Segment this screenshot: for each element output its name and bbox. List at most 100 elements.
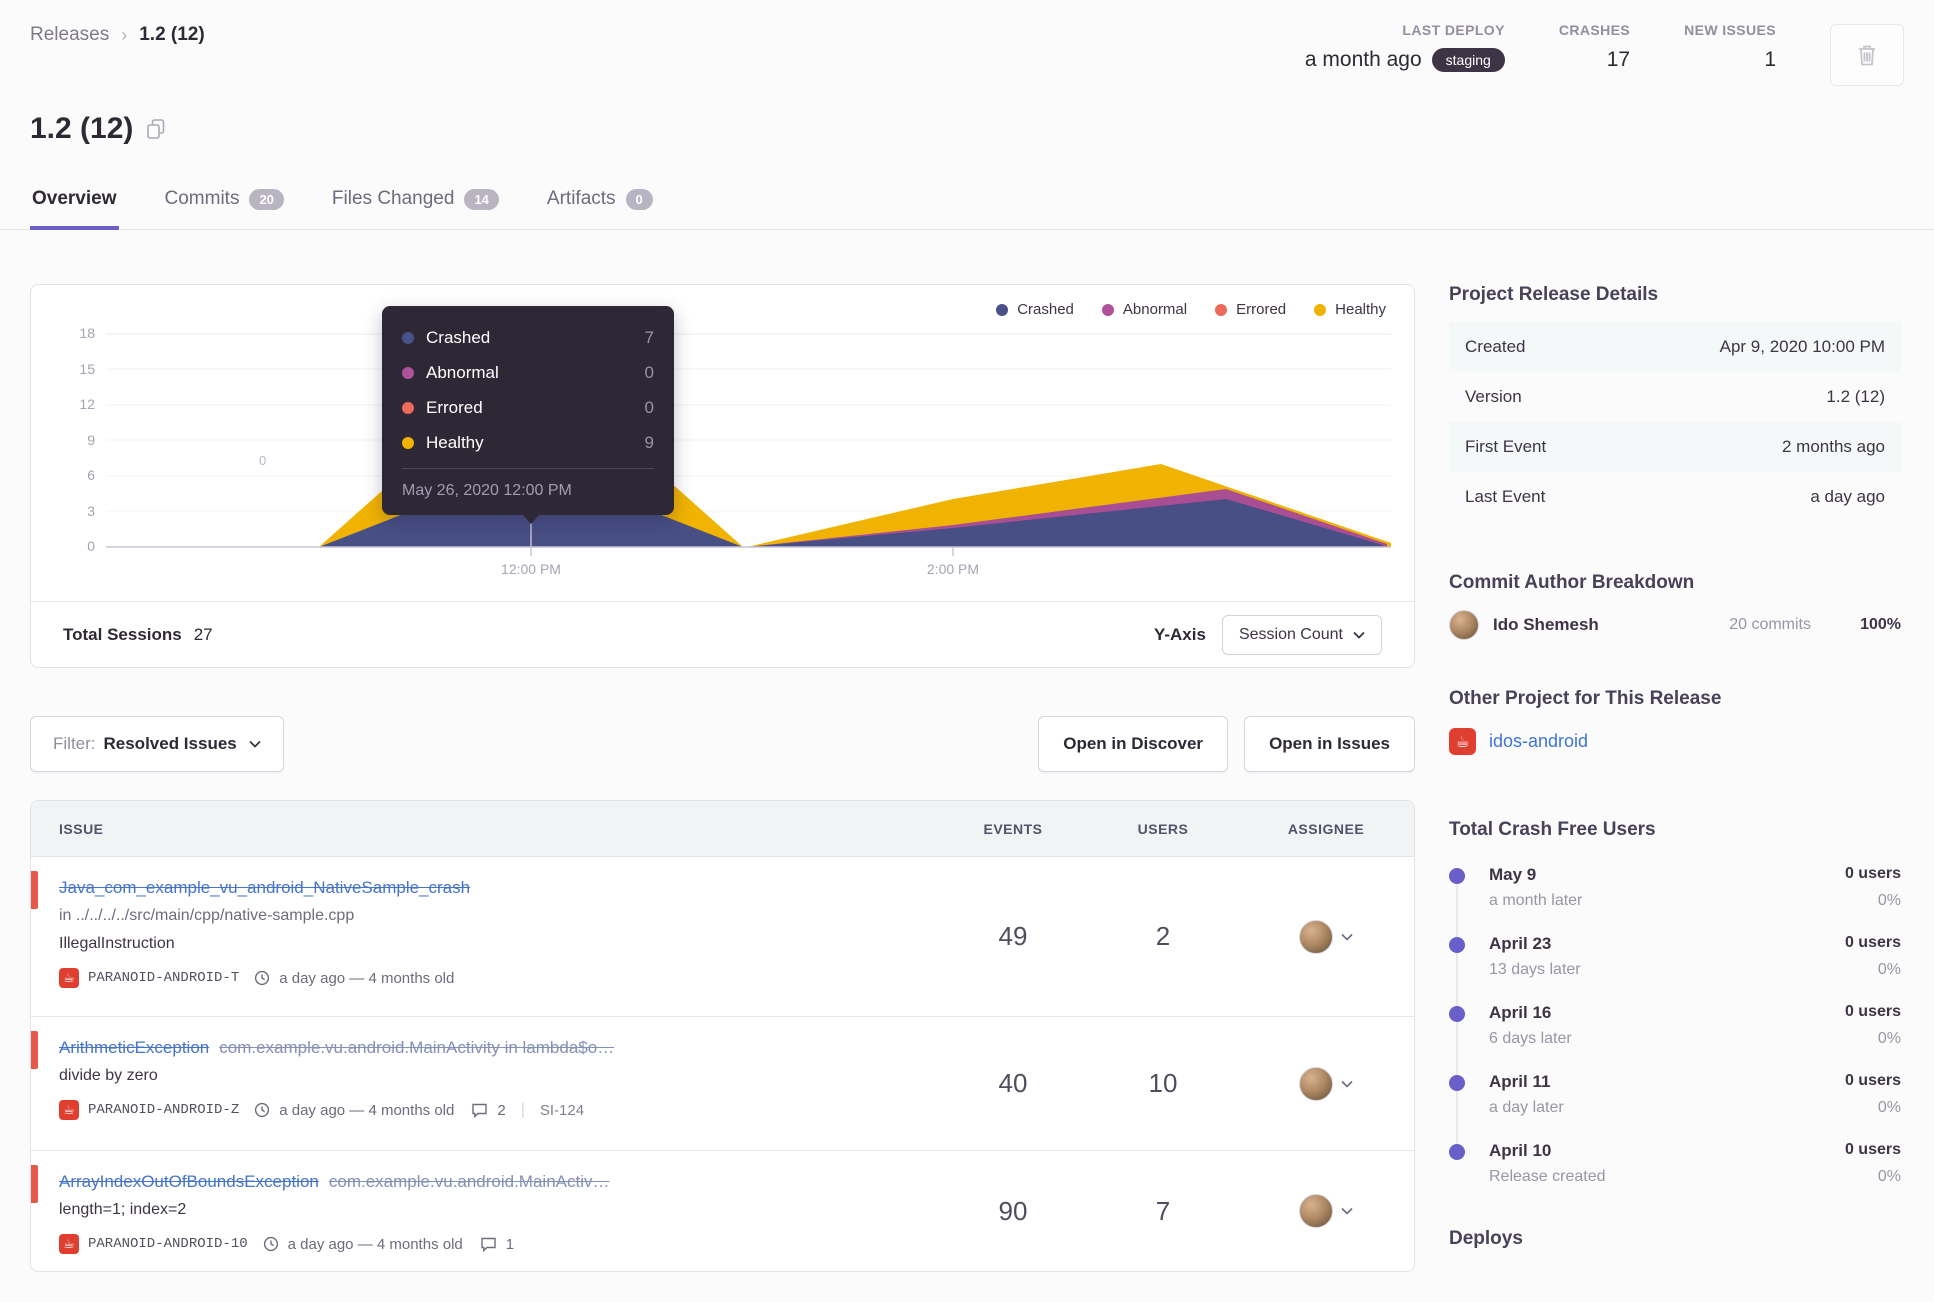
table-row: Java_com_example_vu_android_NativeSample… bbox=[31, 857, 1414, 1017]
tab-files-changed-label: Files Changed bbox=[331, 188, 455, 209]
detail-label: First Event bbox=[1465, 437, 1547, 456]
tab-files-changed[interactable]: Files Changed 14 bbox=[330, 176, 501, 230]
xtick-12pm: 12:00 PM bbox=[501, 561, 561, 577]
column-issue: ISSUE bbox=[59, 820, 104, 837]
project-avatar-icon: ☕ bbox=[59, 1234, 79, 1254]
crashed-dot-icon bbox=[996, 303, 1009, 316]
author-name: Ido Shemesh bbox=[1493, 615, 1599, 634]
tooltip-pointer bbox=[522, 514, 540, 524]
tooltip-crashed-value: 7 bbox=[644, 327, 654, 347]
tooltip-healthy-label: Healthy bbox=[426, 432, 484, 452]
project-avatar-icon: ☕ bbox=[1449, 728, 1476, 755]
legend-item-healthy[interactable]: Healthy bbox=[1314, 301, 1386, 318]
commit-authors-section-title: Commit Author Breakdown bbox=[1449, 572, 1695, 593]
tooltip-abnormal-value: 0 bbox=[644, 362, 654, 382]
delete-release-button[interactable] bbox=[1830, 24, 1904, 86]
breadcrumb-releases-link[interactable]: Releases bbox=[30, 24, 109, 46]
issue-culprit: divide by zero bbox=[59, 1067, 158, 1084]
last-deploy-label: LAST DEPLOY bbox=[1402, 22, 1505, 38]
tooltip-abnormal-dot-icon bbox=[402, 366, 414, 379]
tooltip-crashed-dot-icon bbox=[402, 331, 414, 344]
stacked-area-chart[interactable] bbox=[31, 285, 1416, 604]
legend-errored-label: Errored bbox=[1236, 301, 1287, 318]
author-percent: 100% bbox=[1860, 616, 1901, 633]
detail-label: Version bbox=[1465, 387, 1522, 406]
issue-title-link[interactable]: ArrayIndexOutOfBoundsException bbox=[59, 1172, 319, 1191]
open-in-issues-button[interactable]: Open in Issues bbox=[1244, 716, 1415, 772]
filter-value: Resolved Issues bbox=[103, 734, 237, 753]
timeline-sub: a month later bbox=[1489, 892, 1583, 909]
assignee-chevron-down-icon[interactable] bbox=[1341, 933, 1353, 941]
timeline-date: April 11 bbox=[1489, 1072, 1551, 1091]
issue-age: a day ago — 4 months old bbox=[287, 1235, 463, 1253]
clock-icon bbox=[255, 970, 270, 986]
open-in-discover-button[interactable]: Open in Discover bbox=[1038, 716, 1229, 772]
sessions-chart-card: Crashed Abnormal Errored Healthy 18 15 1… bbox=[30, 284, 1415, 668]
tab-artifacts[interactable]: Artifacts 0 bbox=[545, 176, 655, 230]
detail-value: a day ago bbox=[1810, 487, 1885, 506]
assignee-avatar[interactable] bbox=[1299, 1066, 1333, 1101]
timeline-percent: 0% bbox=[1877, 1030, 1901, 1047]
tab-commits[interactable]: Commits 20 bbox=[163, 176, 286, 230]
detail-label: Last Event bbox=[1465, 487, 1546, 506]
comments-icon bbox=[481, 1237, 496, 1252]
author-avatar bbox=[1449, 610, 1479, 640]
detail-value: 2 months ago bbox=[1781, 437, 1885, 456]
commit-author-row: Ido Shemesh 20 commits 100% bbox=[1449, 610, 1901, 640]
chart-point-label: 0 bbox=[259, 453, 267, 468]
header-stats: LAST DEPLOY a month ago staging CRASHES … bbox=[1305, 22, 1904, 86]
tab-artifacts-label: Artifacts bbox=[546, 188, 616, 209]
yaxis-select[interactable]: Session Count bbox=[1221, 614, 1382, 655]
issue-culprit-link[interactable]: com.example.vu.android.MainActiv… bbox=[329, 1172, 610, 1191]
column-events: EVENTS bbox=[983, 820, 1043, 837]
chart-legend: Crashed Abnormal Errored Healthy bbox=[996, 301, 1386, 318]
deploys-section-title: Deploys bbox=[1449, 1228, 1523, 1249]
other-project-row: ☕ idos-android bbox=[1449, 728, 1901, 755]
issue-title-link[interactable]: ArithmeticException bbox=[59, 1038, 209, 1057]
timeline-dot-icon bbox=[1449, 868, 1465, 884]
other-project-link[interactable]: idos-android bbox=[1489, 731, 1588, 752]
healthy-dot-icon bbox=[1314, 303, 1327, 316]
comments-icon bbox=[472, 1103, 488, 1118]
timeline-dot-icon bbox=[1449, 937, 1465, 953]
new-issues-value: 1 bbox=[1764, 48, 1776, 71]
filter-label: Filter: bbox=[53, 734, 96, 753]
issue-culprit-link[interactable]: com.example.vu.android.MainActivity in l… bbox=[219, 1038, 614, 1057]
list-item: April 10 Release created 0 users 0% bbox=[1449, 1141, 1901, 1186]
timeline-users: 0 users bbox=[1844, 934, 1901, 951]
chevron-down-icon bbox=[249, 740, 261, 748]
crash-free-section-title: Total Crash Free Users bbox=[1449, 819, 1656, 840]
timeline-sub: a day later bbox=[1489, 1099, 1564, 1116]
project-slug-link[interactable]: PARANOID-ANDROID-T bbox=[88, 970, 239, 986]
timeline-sub: 13 days later bbox=[1489, 961, 1581, 978]
timeline-percent: 0% bbox=[1877, 1168, 1901, 1185]
unhandled-indicator bbox=[31, 1165, 38, 1203]
stat-crashes: CRASHES 17 bbox=[1559, 22, 1630, 72]
project-slug-link[interactable]: PARANOID-ANDROID-10 bbox=[88, 1236, 248, 1252]
crashes-value: 17 bbox=[1606, 48, 1631, 71]
assignee-chevron-down-icon[interactable] bbox=[1341, 1207, 1353, 1215]
project-slug-link[interactable]: PARANOID-ANDROID-Z bbox=[88, 1102, 239, 1118]
detail-value: 1.2 (12) bbox=[1826, 387, 1885, 406]
total-sessions-value: 27 bbox=[193, 624, 213, 644]
other-project-section-title: Other Project for This Release bbox=[1449, 688, 1722, 709]
issue-location: in ../../../../src/main/cpp/native-sampl… bbox=[59, 907, 355, 924]
copy-version-icon[interactable] bbox=[147, 119, 165, 139]
issues-table: ISSUE EVENTS USERS ASSIGNEE Java_com_exa… bbox=[30, 800, 1415, 1272]
legend-item-crashed[interactable]: Crashed bbox=[996, 301, 1074, 318]
tab-overview[interactable]: Overview bbox=[30, 176, 119, 230]
issue-short-id: SI-124 bbox=[539, 1101, 585, 1119]
issue-title-link[interactable]: Java_com_example_vu_android_NativeSample… bbox=[59, 878, 470, 897]
legend-item-abnormal[interactable]: Abnormal bbox=[1101, 301, 1187, 318]
assignee-avatar[interactable] bbox=[1299, 1194, 1333, 1228]
legend-item-errored[interactable]: Errored bbox=[1215, 301, 1286, 318]
issues-filter-dropdown[interactable]: Filter: Resolved Issues bbox=[30, 716, 284, 772]
chevron-down-icon bbox=[1353, 631, 1365, 639]
timeline-percent: 0% bbox=[1877, 1099, 1901, 1116]
detail-row-created: Created Apr 9, 2020 10:00 PM bbox=[1449, 322, 1901, 372]
project-avatar-icon: ☕ bbox=[59, 968, 79, 988]
assignee-chevron-down-icon[interactable] bbox=[1341, 1080, 1353, 1088]
issue-culprit: length=1; index=2 bbox=[59, 1201, 187, 1218]
assignee-avatar[interactable] bbox=[1299, 919, 1333, 954]
issue-users-count: 10 bbox=[1148, 1068, 1178, 1098]
